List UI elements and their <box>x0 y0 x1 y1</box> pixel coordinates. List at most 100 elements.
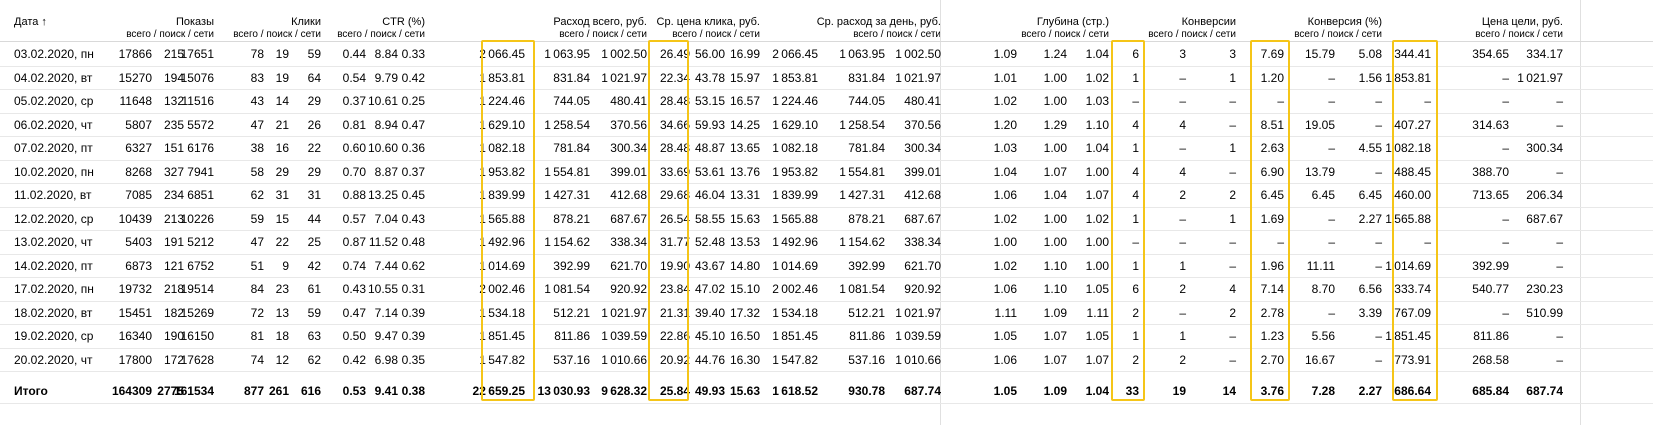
header-daily-spend[interactable]: Ср. расход за день, руб. <box>817 16 941 28</box>
cell-spend-network: 370.56 <box>610 117 647 132</box>
cell-conversion-rate-network: 6.56 <box>1358 282 1382 296</box>
header-cost-per-goal[interactable]: Цена цели, руб. <box>1482 16 1563 28</box>
cell-ctr-total: 0.37 <box>342 94 366 108</box>
cell-avg-cpc-search: 53.15 <box>694 94 725 108</box>
cell-clicks-network: 42 <box>307 258 321 273</box>
row-date: 20.02.2020, чт <box>14 352 93 367</box>
cell-clicks-network: 59 <box>307 305 321 320</box>
cell-daily-spend-total: 1 851.45 <box>772 329 818 343</box>
cell-ctr-total: 0.47 <box>342 305 366 320</box>
cell-impressions-total: 19732 <box>118 282 152 296</box>
row-date: 10.02.2020, пн <box>14 164 94 179</box>
cell-cost-per-goal-search: 354.65 <box>1472 47 1509 61</box>
cell-conversion-rate-search: 8.70 <box>1311 282 1335 296</box>
cell-spend-network: 412.68 <box>610 188 647 202</box>
cell-conversion-rate-network: – <box>1375 352 1382 367</box>
cell-spend-search: 878.21 <box>553 211 590 226</box>
cell-clicks-total: 84 <box>250 282 264 296</box>
cell-clicks-search: 261 <box>268 384 289 398</box>
cell-conversions-network: 1 <box>1229 70 1236 85</box>
cell-clicks-search: 14 <box>275 94 289 108</box>
cell-daily-spend-total: 1 547.82 <box>772 352 818 367</box>
cell-cost-per-goal-network: – <box>1556 117 1563 132</box>
cell-daily-spend-network: 1 021.97 <box>895 305 941 320</box>
cell-cost-per-goal-search: – <box>1502 94 1509 108</box>
row-date: 11.02.2020, вт <box>14 188 92 202</box>
cell-avg-cpc-network: 16.50 <box>729 329 760 343</box>
cell-clicks-search: 19 <box>275 47 289 61</box>
cell-spend-network: 1 010.66 <box>601 352 647 367</box>
cell-spend-network: 9 628.32 <box>601 384 647 398</box>
cell-conversions-network: 4 <box>1229 282 1236 296</box>
cell-impressions-network: 7941 <box>187 164 214 179</box>
cell-clicks-network: 63 <box>307 329 321 343</box>
header-depth[interactable]: Глубина (стр.) <box>1037 16 1109 28</box>
cell-daily-spend-total: 1 853.81 <box>772 70 818 85</box>
cell-clicks-search: 18 <box>275 329 289 343</box>
cell-ctr-total: 0.53 <box>342 384 366 398</box>
cell-cost-per-goal-search: 540.77 <box>1472 282 1509 296</box>
cell-avg-cpc-search: 52.48 <box>694 235 725 249</box>
cell-spend-search: 831.84 <box>553 70 590 85</box>
cell-conversion-rate-network: – <box>1375 329 1382 343</box>
cell-ctr-network: 0.42 <box>401 70 425 85</box>
cell-depth-total: 1.20 <box>993 117 1017 132</box>
cell-conversions-network: – <box>1229 235 1236 249</box>
cell-conversions-search: – <box>1179 141 1186 155</box>
cell-impressions-network: 6752 <box>187 258 214 273</box>
cell-conversion-rate-search: 5.56 <box>1311 329 1335 343</box>
cell-conversions-network: 14 <box>1222 384 1236 398</box>
cell-depth-network: 1.00 <box>1085 258 1109 273</box>
cell-impressions-search: 151 <box>163 141 184 155</box>
header-avg-cpc[interactable]: Ср. цена клика, руб. <box>657 16 760 28</box>
cell-daily-spend-network: 338.34 <box>904 235 941 249</box>
cell-clicks-total: 58 <box>250 164 264 179</box>
cell-conversions-network: – <box>1229 117 1236 132</box>
cell-conversion-rate-search: 15.79 <box>1304 47 1335 61</box>
cell-clicks-network: 29 <box>307 164 321 179</box>
cell-avg-cpc-search: 58.55 <box>694 211 725 226</box>
cell-impressions-search: 235 <box>163 117 184 132</box>
cell-daily-spend-network: 1 002.50 <box>895 47 941 61</box>
cell-ctr-search: 6.98 <box>374 352 398 367</box>
cell-depth-search: 1.09 <box>1043 384 1067 398</box>
cell-daily-spend-total: 1 618.52 <box>772 384 818 398</box>
cell-ctr-search: 13.25 <box>367 188 398 202</box>
cell-impressions-total: 164309 <box>111 384 152 398</box>
header-clicks[interactable]: Клики <box>291 16 321 28</box>
row-date: 03.02.2020, пн <box>14 47 94 61</box>
cell-clicks-search: 16 <box>275 141 289 155</box>
cell-spend-search: 744.05 <box>553 94 590 108</box>
cell-cost-per-goal-network: 687.67 <box>1526 211 1563 226</box>
header-conversion-rate[interactable]: Конверсия (%) <box>1308 16 1382 28</box>
header-ctr[interactable]: CTR (%) <box>382 16 425 28</box>
cell-daily-spend-search: 1 554.81 <box>839 164 885 179</box>
cell-cost-per-goal-network: 1 021.97 <box>1517 70 1563 85</box>
cell-impressions-network: 6176 <box>187 141 214 155</box>
cell-cost-per-goal-search: – <box>1502 70 1509 85</box>
cell-conversion-rate-search: – <box>1328 141 1335 155</box>
cell-spend-search: 1 154.62 <box>544 235 590 249</box>
header-clicks-subtitle: всего / поиск / сети <box>233 29 321 40</box>
cell-clicks-total: 877 <box>243 384 264 398</box>
cell-depth-network: 1.00 <box>1085 235 1109 249</box>
cell-conversions-search: 2 <box>1179 188 1186 202</box>
cell-avg-cpc-search: 45.10 <box>694 329 725 343</box>
cell-ctr-total: 0.50 <box>342 329 366 343</box>
header-spend[interactable]: Расход всего, руб. <box>553 16 647 28</box>
cell-spend-network: 480.41 <box>610 94 647 108</box>
header-conversions[interactable]: Конверсии <box>1182 16 1236 28</box>
cell-avg-cpc-network: 13.53 <box>729 235 760 249</box>
row-date: 18.02.2020, вт <box>14 305 93 320</box>
cell-avg-cpc-network: 14.25 <box>729 117 760 132</box>
cell-spend-network: 1 039.59 <box>601 329 647 343</box>
cell-daily-spend-search: 744.05 <box>848 94 885 108</box>
cell-conversions-search: 1 <box>1179 329 1186 343</box>
header-impressions[interactable]: Показы <box>176 16 214 28</box>
cell-daily-spend-network: 687.67 <box>904 211 941 226</box>
header-date-sort[interactable]: Дата ↑ <box>14 16 47 28</box>
cell-depth-search: 1.09 <box>1043 305 1067 320</box>
cell-spend-network: 1 021.97 <box>601 70 647 85</box>
cell-spend-search: 392.99 <box>553 258 590 273</box>
cell-conversion-rate-network: 1.56 <box>1358 70 1382 85</box>
